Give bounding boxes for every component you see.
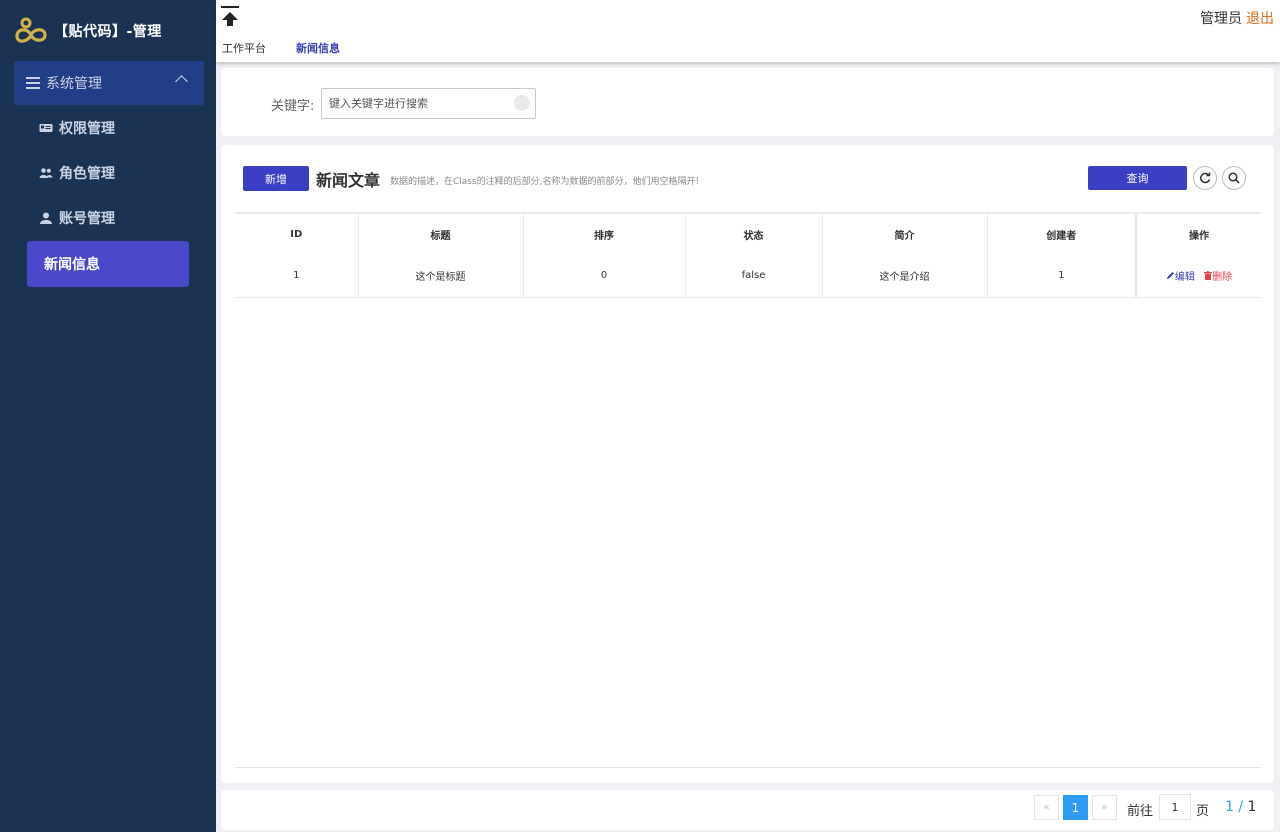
news-table: ID 标题 排序 状态 简介 创建者 操作 1 这个是标题 0 false 这个… <box>235 212 1261 298</box>
brand-title: 【贴代码】-管理 <box>54 24 162 40</box>
cell-sort: 0 <box>523 255 686 298</box>
column-header-creator[interactable]: 创建者 <box>987 212 1137 255</box>
current-user: 管理员 <box>1200 11 1242 27</box>
column-header-id[interactable]: ID <box>235 212 359 255</box>
page-number-button[interactable]: 1 <box>1063 795 1088 820</box>
id-card-icon <box>39 124 53 132</box>
clear-input-icon[interactable] <box>514 95 530 111</box>
sidebar-item-permissions[interactable]: 权限管理 <box>27 108 189 148</box>
cell-actions: 编辑 删除 <box>1135 255 1261 298</box>
search-icon <box>1228 172 1240 184</box>
refresh-button[interactable] <box>1193 166 1217 190</box>
delete-label: 删除 <box>1212 272 1233 284</box>
edit-link[interactable]: 编辑 <box>1166 272 1198 283</box>
users-icon <box>39 168 53 178</box>
tab-workbench[interactable]: 工作平台 <box>222 40 266 56</box>
search-panel: 关键字: <box>221 68 1274 136</box>
page-unit-label: 页 <box>1196 804 1210 819</box>
sidebar-item-label: 新闻信息 <box>44 257 100 273</box>
news-list-panel: 新增 新闻文章 数据的描述，在Class的注释的后部分,名称为数据的前部分，他们… <box>221 145 1274 783</box>
brand: 【贴代码】-管理 <box>0 0 216 62</box>
menu-group-label: 系统管理 <box>46 76 102 92</box>
menu-group-system[interactable]: 系统管理 <box>14 61 204 105</box>
page-current: 1 <box>1225 799 1234 815</box>
collapse-sidebar-icon[interactable] <box>221 6 239 28</box>
next-page-button[interactable]: » <box>1092 795 1117 820</box>
page-total: 1 <box>1247 799 1257 815</box>
goto-page-input[interactable] <box>1159 794 1191 820</box>
goto-label: 前往 <box>1127 804 1154 819</box>
sidebar-item-news[interactable]: 新闻信息 <box>27 241 189 287</box>
add-button[interactable]: 新增 <box>243 166 309 191</box>
trash-icon <box>1204 271 1213 281</box>
keyword-label: 关键字: <box>271 99 315 114</box>
delete-link[interactable]: 删除 <box>1204 271 1233 284</box>
menu-icon <box>26 77 40 89</box>
search-button[interactable] <box>1222 166 1246 190</box>
column-header-sort[interactable]: 排序 <box>523 212 686 255</box>
cell-status: false <box>685 255 823 298</box>
logo-icon <box>15 17 47 43</box>
sidebar-item-label: 角色管理 <box>59 166 115 182</box>
tab-news[interactable]: 新闻信息 <box>296 40 340 56</box>
cell-creator: 1 <box>987 255 1137 298</box>
edit-label: 编辑 <box>1174 272 1195 284</box>
page-description: 数据的描述，在Class的注释的后部分,名称为数据的前部分，他们用空格隔开! <box>390 177 700 187</box>
table-row: 1 这个是标题 0 false 这个是介绍 1 编辑 删除 <box>235 255 1261 298</box>
pencil-icon <box>1166 272 1174 280</box>
sidebar-item-label: 账号管理 <box>59 211 115 227</box>
pagination: « 1 » 前往 页 1 / 1 <box>221 790 1274 830</box>
sidebar-item-accounts[interactable]: 账号管理 <box>27 198 189 238</box>
tab-bar: 工作平台 新闻信息 <box>222 40 370 56</box>
sidebar: 【贴代码】-管理 系统管理 权限管理 角色管理 账号管理 新闻信息 <box>0 0 216 832</box>
cell-id: 1 <box>235 255 359 298</box>
refresh-icon <box>1200 172 1211 184</box>
page-title: 新闻文章 <box>316 171 381 190</box>
cell-intro: 这个是介绍 <box>822 255 988 298</box>
user-icon <box>40 212 52 224</box>
query-button[interactable]: 查询 <box>1088 166 1187 190</box>
cell-title: 这个是标题 <box>358 255 524 298</box>
column-header-title[interactable]: 标题 <box>358 212 524 255</box>
column-header-intro[interactable]: 简介 <box>822 212 988 255</box>
prev-page-button[interactable]: « <box>1034 795 1059 820</box>
keyword-search-input[interactable] <box>321 88 536 119</box>
table-header-row: ID 标题 排序 状态 简介 创建者 操作 <box>235 212 1261 255</box>
logout-link[interactable]: 退出 <box>1246 8 1274 28</box>
top-bar: 工作平台 新闻信息 管理员 退出 <box>216 0 1280 62</box>
chevron-up-icon <box>175 75 188 88</box>
page-counter: 1 / 1 <box>1225 799 1257 815</box>
column-header-actions: 操作 <box>1135 212 1261 255</box>
sidebar-item-roles[interactable]: 角色管理 <box>27 153 189 193</box>
table-bottom-divider <box>235 767 1261 768</box>
column-header-status[interactable]: 状态 <box>685 212 823 255</box>
sidebar-item-label: 权限管理 <box>59 121 115 137</box>
